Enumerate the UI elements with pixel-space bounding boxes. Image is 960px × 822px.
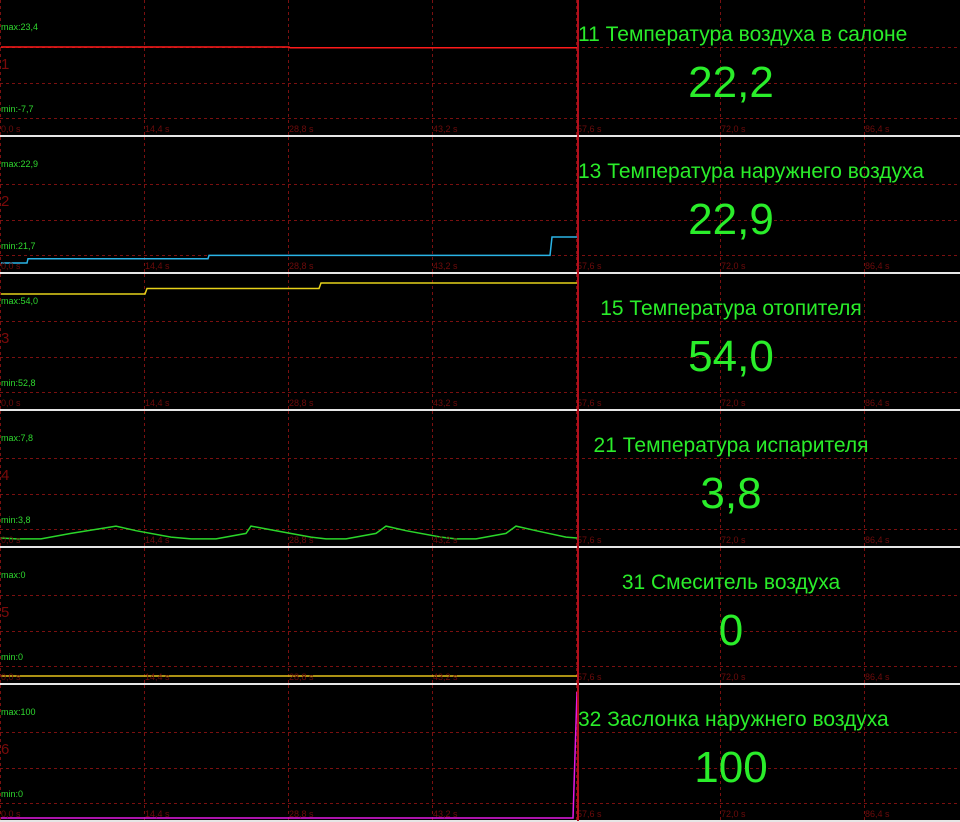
min-label: min:3,8 — [1, 515, 31, 525]
channel-panel-5: max:0 5 min:0 0,0 s 14,4 s 28,8 s 43,2 s 57,… — [0, 548, 960, 685]
channel-number: 4 — [1, 467, 10, 484]
time-tick-label: 72,0 s — [721, 261, 746, 271]
time-tick-label: 86,4 s — [865, 261, 890, 271]
time-tick-label: 72,0 s — [721, 124, 746, 134]
time-tick-label: 14,4 s — [145, 672, 170, 682]
time-tick-label: 57,6 s — [577, 124, 602, 134]
time-tick-label: 86,4 s — [865, 809, 890, 819]
max-label: max:7,8 — [1, 433, 34, 443]
time-tick-label: 28,8 s — [289, 809, 314, 819]
time-tick-label: 14,4 s — [145, 261, 170, 271]
time-tick-label: 28,8 s — [289, 124, 314, 134]
time-tick-label: 72,0 s — [721, 398, 746, 408]
min-label: min:0 — [1, 789, 24, 799]
time-tick-label: 57,6 s — [577, 809, 602, 819]
sensor-title: 31 Смеситель воздуха — [621, 571, 841, 594]
sensor-title: 21 Температура испарителя — [593, 434, 869, 457]
channel-number: 1 — [1, 56, 10, 73]
time-tick-label: 28,8 s — [289, 535, 314, 545]
time-tick-label: 57,6 s — [577, 535, 602, 545]
time-tick-label: 43,2 s — [433, 809, 458, 819]
time-tick-label: 72,0 s — [721, 535, 746, 545]
time-tick-label: 0,0 s — [1, 124, 21, 134]
time-tick-label: 43,2 s — [433, 535, 458, 545]
time-tick-label: 86,4 s — [865, 535, 890, 545]
time-tick-label: 57,6 s — [577, 672, 602, 682]
time-tick-label: 57,6 s — [577, 261, 602, 271]
time-tick-label: 14,4 s — [145, 124, 170, 134]
channel-number: 2 — [1, 193, 10, 210]
min-label: min:-7,7 — [1, 104, 34, 114]
time-tick-label: 28,8 s — [289, 261, 314, 271]
time-tick-label: 0,0 s — [1, 398, 21, 408]
time-tick-label: 14,4 s — [145, 398, 170, 408]
min-label: min:52,8 — [1, 378, 36, 388]
max-label: max:54,0 — [1, 296, 39, 306]
sensor-value: 22,2 — [688, 58, 774, 107]
channel-panel-2: max:22,9 2 min:21,7 0,0 s 14,4 s 28,8 s 43,… — [0, 137, 960, 274]
time-tick-label: 86,4 s — [865, 398, 890, 408]
channel-number: 3 — [1, 330, 10, 347]
channel-panel-6: max:100 6 min:0 0,0 s 14,4 s 28,8 s 43,2 s 5… — [0, 685, 960, 822]
sensor-title: 32 Заслонка наружнего воздуха — [578, 708, 889, 731]
time-tick-label: 57,6 s — [577, 398, 602, 408]
time-tick-label: 0,0 s — [1, 261, 21, 271]
sensor-title: 15 Температура отопителя — [600, 297, 862, 320]
sensor-trace — [1, 46, 577, 49]
sensor-title: 11 Температура воздуха в салоне — [578, 23, 908, 46]
time-tick-label: 43,2 s — [433, 398, 458, 408]
max-label: max:0 — [1, 570, 26, 580]
channel-number: 6 — [1, 741, 10, 758]
min-label: min:21,7 — [1, 241, 36, 251]
sensor-value: 3,8 — [700, 469, 762, 518]
time-tick-label: 72,0 s — [721, 672, 746, 682]
time-tick-label: 14,4 s — [145, 809, 170, 819]
time-tick-label: 43,2 s — [433, 124, 458, 134]
time-cursor[interactable] — [577, 0, 579, 821]
time-tick-label: 14,4 s — [145, 535, 170, 545]
max-label: max:23,4 — [1, 22, 39, 32]
time-tick-label: 28,8 s — [289, 672, 314, 682]
sensor-value: 22,9 — [688, 195, 774, 244]
time-tick-label: 43,2 s — [433, 261, 458, 271]
time-tick-label: 0,0 s — [1, 672, 21, 682]
time-tick-label: 86,4 s — [865, 672, 890, 682]
channel-panel-4: max:7,8 4 min:3,8 0,0 s 14,4 s 28,8 s 43,2 … — [0, 411, 960, 548]
time-tick-label: 0,0 s — [1, 809, 21, 819]
sensor-title: 13 Температура наружнего воздуха — [578, 160, 924, 183]
channel-panel-3: max:54,0 3 min:52,8 0,0 s 14,4 s 28,8 s 43,… — [0, 274, 960, 411]
sensor-value: 100 — [694, 743, 768, 792]
min-label: min:0 — [1, 652, 24, 662]
max-label: max:100 — [1, 707, 36, 717]
channel-number: 5 — [1, 604, 10, 621]
time-tick-label: 0,0 s — [1, 535, 21, 545]
time-tick-label: 43,2 s — [433, 672, 458, 682]
time-tick-label: 28,8 s — [289, 398, 314, 408]
channel-panel-1: max:23,4 1 min:-7,7 0,0 s 14,4 s 28,8 s 43,… — [0, 0, 960, 137]
time-tick-label: 72,0 s — [721, 809, 746, 819]
sensor-value: 54,0 — [688, 332, 774, 381]
time-tick-label: 86,4 s — [865, 124, 890, 134]
sensor-value: 0 — [718, 606, 744, 655]
sensor-monitor: max:23,4 1 min:-7,7 0,0 s 14,4 s 28,8 s 43,… — [0, 0, 960, 822]
max-label: max:22,9 — [1, 159, 39, 169]
